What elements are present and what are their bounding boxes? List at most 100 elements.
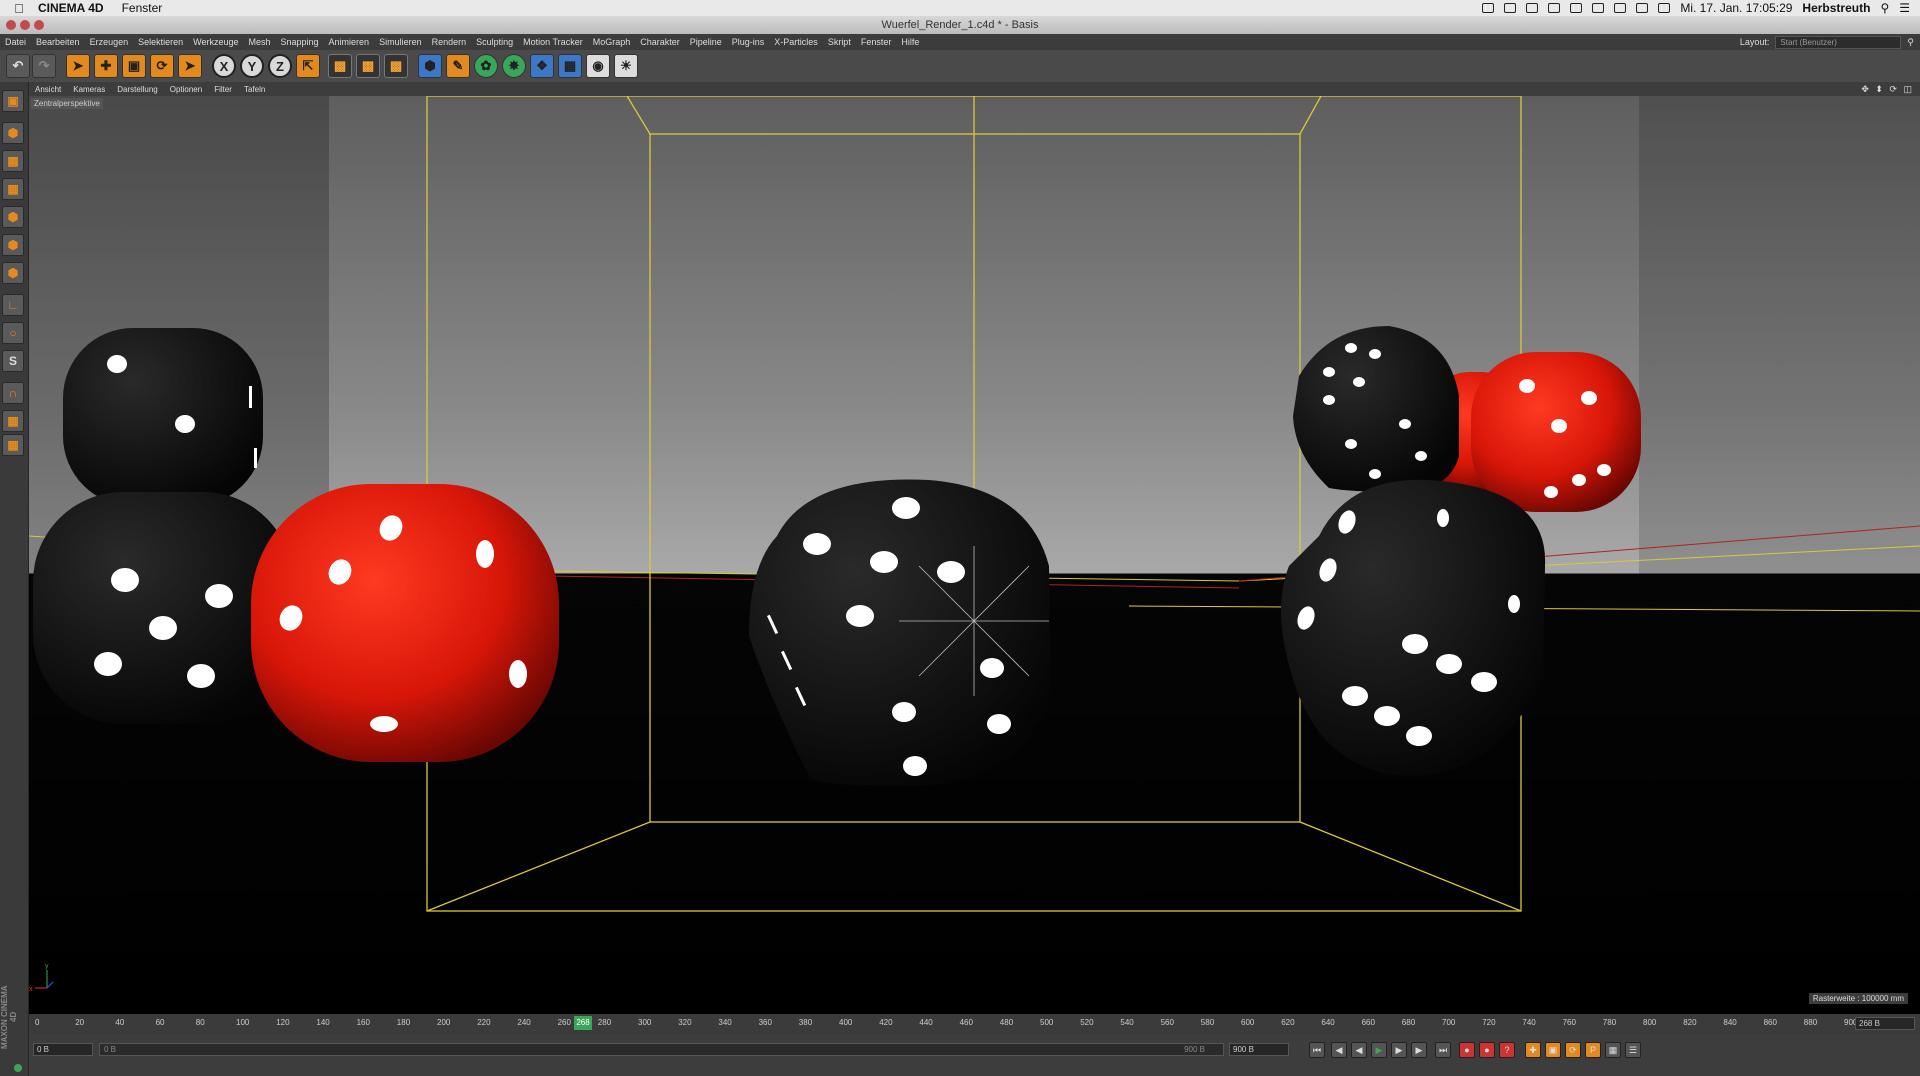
menu-selektieren[interactable]: Selektieren xyxy=(133,37,188,47)
close-window-button[interactable] xyxy=(6,20,16,30)
viewport-menu-kameras[interactable]: Kameras xyxy=(67,85,111,94)
layout-dropdown[interactable]: Start (Benutzer) xyxy=(1775,35,1902,49)
move-tool-button[interactable]: ✚ xyxy=(94,54,118,78)
menu-animieren[interactable]: Animieren xyxy=(324,37,375,47)
notification-icon[interactable]: ☰ xyxy=(1899,1,1910,15)
dropbox-icon[interactable] xyxy=(1526,3,1539,13)
end-frame-field[interactable]: 900 B xyxy=(1229,1043,1289,1056)
camera-object-button[interactable]: ◉ xyxy=(586,54,610,78)
rotate-tool-button[interactable]: ⟳ xyxy=(150,54,174,78)
next-frame-button[interactable]: ▶ xyxy=(1391,1042,1407,1058)
magnet-button[interactable]: ∩ xyxy=(2,382,24,404)
bluetooth-icon[interactable] xyxy=(1614,3,1627,13)
axis-z-button[interactable]: Z xyxy=(268,54,292,78)
apple-icon[interactable]:  xyxy=(0,1,38,16)
go-to-end-button[interactable]: ⏭ xyxy=(1435,1042,1451,1058)
keyframe-selection-button[interactable]: ? xyxy=(1499,1042,1515,1058)
menu-mograph[interactable]: MoGraph xyxy=(588,37,636,47)
texture-mode-button[interactable]: ▩ xyxy=(2,150,24,172)
menu-pipeline[interactable]: Pipeline xyxy=(685,37,727,47)
viewport-nav-icons[interactable]: ✥ ⬍ ⟳ ◫ xyxy=(1861,84,1920,95)
viewport-menu-tafeln[interactable]: Tafeln xyxy=(238,85,271,94)
model-mode-button[interactable]: ⬢ xyxy=(2,122,24,144)
point-level-key-button[interactable]: ▦ xyxy=(1605,1042,1621,1058)
status-icon[interactable] xyxy=(1504,3,1517,13)
3d-viewport[interactable]: y x Zentralperspektive Rasterweite : 100… xyxy=(29,96,1920,1014)
viewport-menu-filter[interactable]: Filter xyxy=(208,85,238,94)
menu-x-particles[interactable]: X-Particles xyxy=(769,37,823,47)
light-object-button[interactable]: ☀ xyxy=(614,54,638,78)
render-picture-viewer-button[interactable]: ▩ xyxy=(356,54,380,78)
record-keys-button[interactable]: ● xyxy=(1459,1042,1475,1058)
render-view-button[interactable]: ▩ xyxy=(328,54,352,78)
menu-fenster[interactable]: Fenster xyxy=(856,37,897,47)
previous-key-button[interactable]: ◀ xyxy=(1331,1042,1347,1058)
redo-button[interactable]: ↷ xyxy=(32,54,56,78)
polygons-mode-button[interactable]: ⬢ xyxy=(2,262,24,284)
menu-datei[interactable]: Datei xyxy=(0,37,31,47)
spline-pen-button[interactable]: ✎ xyxy=(446,54,470,78)
tweak-mode-button[interactable]: ○ xyxy=(2,322,24,344)
minimize-window-button[interactable] xyxy=(20,20,30,30)
viewport-menu-ansicht[interactable]: Ansicht xyxy=(29,85,67,94)
menu-simulieren[interactable]: Simulieren xyxy=(374,37,427,47)
mograph-cloner-button[interactable]: ✸ xyxy=(502,54,526,78)
previous-frame-button[interactable]: ◀ xyxy=(1351,1042,1367,1058)
wifi-icon[interactable] xyxy=(1636,3,1649,13)
lock-workplane-button[interactable]: ▦ xyxy=(2,410,24,432)
menu-snapping[interactable]: Snapping xyxy=(276,37,324,47)
spotlight-icon[interactable]: ⚲ xyxy=(1880,1,1889,15)
menu-skript[interactable]: Skript xyxy=(823,37,856,47)
status-icon[interactable] xyxy=(1570,3,1583,13)
scale-key-button[interactable]: ▣ xyxy=(1545,1042,1561,1058)
rotation-key-button[interactable]: ⟳ xyxy=(1565,1042,1581,1058)
battery-icon[interactable] xyxy=(1658,3,1671,13)
status-icon[interactable] xyxy=(1548,3,1561,13)
position-key-button[interactable]: ✚ xyxy=(1525,1042,1541,1058)
scale-tool-button[interactable]: ▣ xyxy=(122,54,146,78)
auto-key-button[interactable]: ● xyxy=(1479,1042,1495,1058)
preview-range-slider[interactable]: 0 B 900 B xyxy=(99,1043,1224,1056)
render-settings-button[interactable]: ▩ xyxy=(384,54,408,78)
menu-bearbeiten[interactable]: Bearbeiten xyxy=(31,37,85,47)
menu-rendern[interactable]: Rendern xyxy=(427,37,472,47)
cube-object-button[interactable]: ⬢ xyxy=(418,54,442,78)
coordinate-system-button[interactable]: ⇱ xyxy=(296,54,320,78)
make-editable-button[interactable]: ▣ xyxy=(2,90,24,112)
timeline[interactable]: 0 20 40 60 80 100 120 140 160 180 200 220 240 260 280 3… xyxy=(29,1014,1920,1034)
axis-y-button[interactable]: Y xyxy=(240,54,264,78)
viewport-menu-optionen[interactable]: Optionen xyxy=(164,85,208,94)
timemachine-icon[interactable] xyxy=(1592,3,1605,13)
zoom-window-button[interactable] xyxy=(34,20,44,30)
mac-menu-fenster[interactable]: Fenster xyxy=(122,1,163,15)
subdivision-button[interactable]: ✿ xyxy=(474,54,498,78)
play-button[interactable]: ▶ xyxy=(1371,1042,1387,1058)
timeline-menu-button[interactable]: ☰ xyxy=(1625,1042,1641,1058)
camera-label[interactable]: Zentralperspektive xyxy=(31,98,103,109)
undo-button[interactable]: ↶ xyxy=(6,54,30,78)
timeline-playhead[interactable]: 268 xyxy=(574,1016,592,1030)
live-select-button[interactable]: ➤ xyxy=(178,54,202,78)
menu-hilfe[interactable]: Hilfe xyxy=(896,37,924,47)
status-icon[interactable] xyxy=(1482,3,1495,13)
axis-mode-button[interactable]: ∟ xyxy=(2,294,24,316)
viewport-menu-darstellung[interactable]: Darstellung xyxy=(111,85,163,94)
menu-sculpting[interactable]: Sculpting xyxy=(471,37,518,47)
axis-x-button[interactable]: X xyxy=(212,54,236,78)
mac-datetime[interactable]: Mi. 17. Jan. 17:05:29 xyxy=(1680,1,1792,15)
menu-werkzeuge[interactable]: Werkzeuge xyxy=(188,37,243,47)
go-to-start-button[interactable]: ⏮ xyxy=(1309,1042,1325,1058)
search-icon[interactable]: ⚲ xyxy=(1907,37,1914,48)
planar-workplane-button[interactable]: ▦ xyxy=(2,434,24,456)
floor-object-button[interactable]: ▦ xyxy=(558,54,582,78)
start-frame-field[interactable]: 0 B xyxy=(33,1043,93,1056)
edges-mode-button[interactable]: ⬢ xyxy=(2,234,24,256)
menu-erzeugen[interactable]: Erzeugen xyxy=(85,37,134,47)
next-key-button[interactable]: ▶ xyxy=(1411,1042,1427,1058)
timeline-ruler[interactable]: 0 20 40 60 80 100 120 140 160 180 200 220 240 260 280 3… xyxy=(29,1014,1857,1034)
mac-app-name[interactable]: CINEMA 4D xyxy=(38,1,104,15)
current-frame-field[interactable]: 268 B xyxy=(1855,1017,1915,1030)
menu-plug-ins[interactable]: Plug-ins xyxy=(727,37,770,47)
snap-button[interactable]: S xyxy=(2,350,24,372)
mac-user[interactable]: Herbstreuth xyxy=(1802,1,1870,15)
